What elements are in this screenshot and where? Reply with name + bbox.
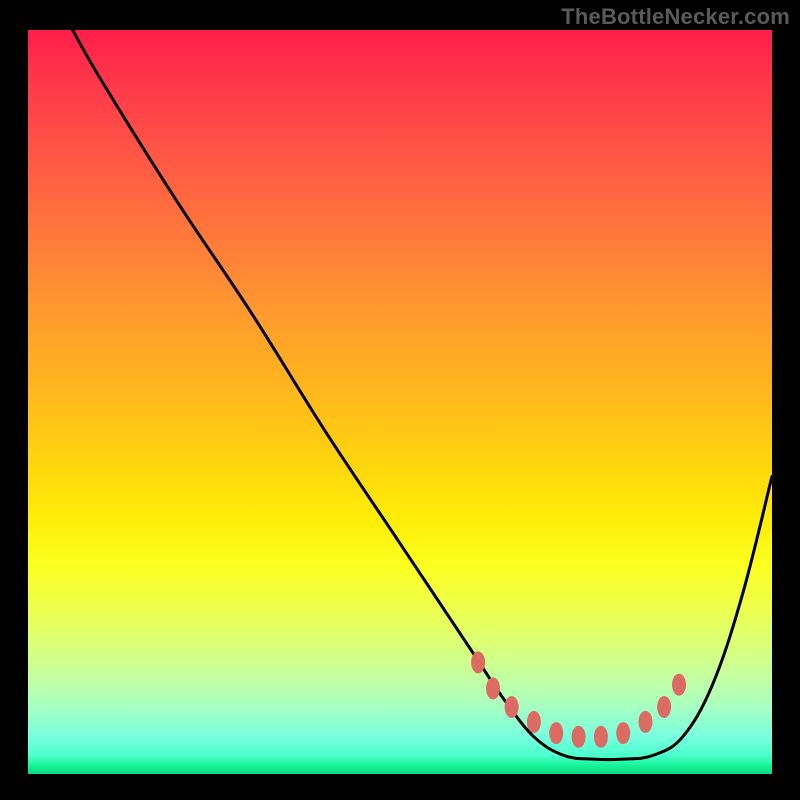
- highlight-dot: [572, 726, 586, 748]
- attribution-label: TheBottleNecker.com: [561, 4, 790, 30]
- highlight-dot: [527, 711, 541, 733]
- highlight-dot: [616, 722, 630, 744]
- chart-frame: TheBottleNecker.com: [0, 0, 800, 800]
- highlight-dot: [486, 677, 500, 699]
- highlight-dot: [639, 711, 653, 733]
- highlight-dot: [594, 726, 608, 748]
- highlight-dot: [549, 722, 563, 744]
- highlight-dot: [657, 696, 671, 718]
- highlight-dot: [471, 651, 485, 673]
- bottleneck-curve: [73, 30, 772, 760]
- plot-area: [28, 30, 772, 774]
- highlight-dot: [672, 674, 686, 696]
- highlight-dot: [505, 696, 519, 718]
- curve-layer: [28, 30, 772, 774]
